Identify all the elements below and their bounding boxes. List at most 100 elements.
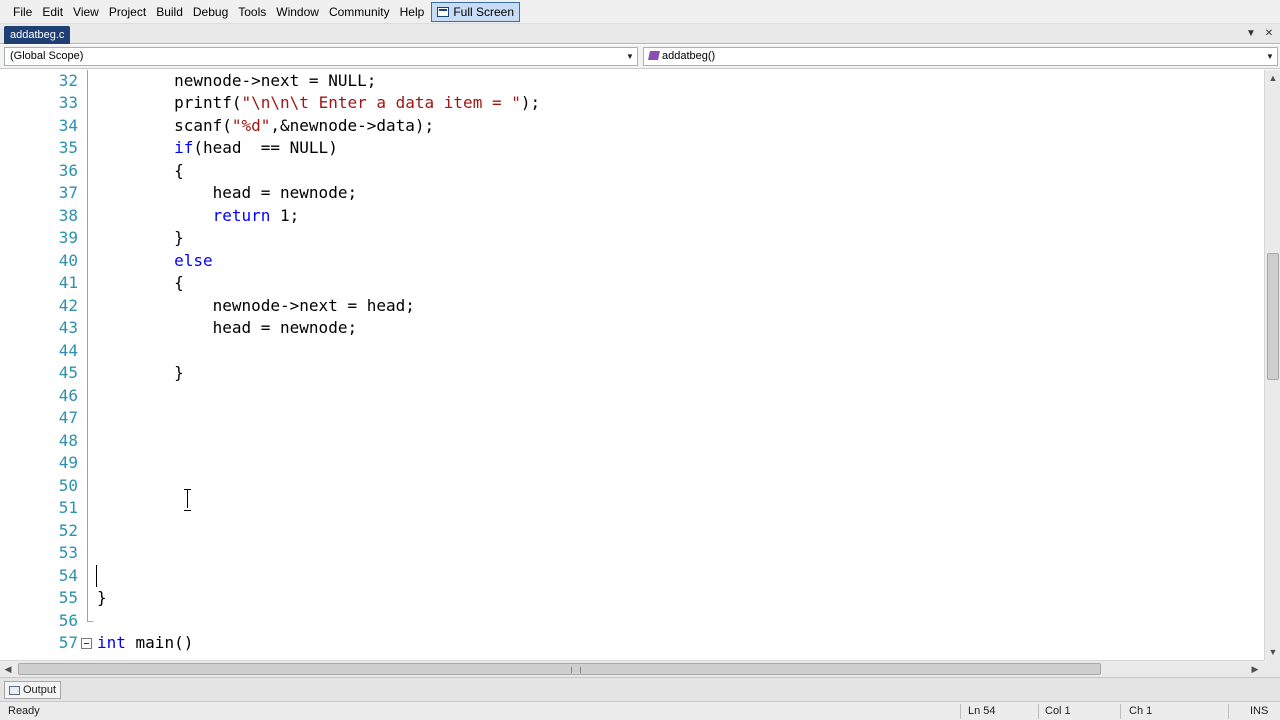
line-number: 49 <box>58 453 78 472</box>
string-literal: "%d" <box>231 116 271 135</box>
line-number: 40 <box>58 251 78 270</box>
line-number: 52 <box>58 521 78 540</box>
member-dropdown[interactable]: addatbeg() ▼ <box>643 47 1278 66</box>
menu-window[interactable]: Window <box>271 2 324 22</box>
scroll-right-icon[interactable]: ▶ <box>1247 661 1263 677</box>
line-number: 43 <box>58 318 78 337</box>
status-bar: Ready Ln 54 Col 1 Ch 1 INS <box>0 701 1280 720</box>
code-line: } <box>97 363 184 382</box>
vertical-scrollbar[interactable]: ▲ ▼ <box>1264 70 1280 660</box>
i-beam-cursor-icon <box>182 488 194 511</box>
code-line: int main() <box>97 633 194 652</box>
code-line: } <box>97 228 184 247</box>
line-number: 42 <box>58 296 78 315</box>
menu-file[interactable]: File <box>8 2 37 22</box>
scroll-up-icon[interactable]: ▲ <box>1265 70 1280 86</box>
line-number: 32 <box>58 71 78 90</box>
chevron-down-icon: ▼ <box>1266 52 1274 61</box>
status-divider <box>1120 704 1121 719</box>
collapse-toggle-icon[interactable] <box>81 638 92 649</box>
full-screen-button[interactable]: Full Screen <box>431 1 521 22</box>
code-line: else <box>97 250 213 272</box>
line-number: 47 <box>58 408 78 427</box>
member-value: addatbeg() <box>662 50 716 62</box>
line-number: 34 <box>58 116 78 135</box>
code-line: { <box>97 161 184 180</box>
keyword: int <box>97 633 126 652</box>
full-screen-icon <box>437 6 450 17</box>
line-number: 50 <box>58 476 78 495</box>
scope-dropdown[interactable]: (Global Scope) ▼ <box>4 47 638 66</box>
code-line: scanf("%d",&newnode->data); <box>97 116 435 135</box>
scroll-grip-icon <box>571 667 581 673</box>
menu-view[interactable]: View <box>68 2 104 22</box>
output-tab-label: Output <box>23 684 57 696</box>
code-editor[interactable]: 32 33 34 35 36 37 38 39 40 41 42 43 44 4… <box>0 70 1264 660</box>
code-line: return 1; <box>212 206 300 225</box>
scrollbar-corner <box>1264 660 1280 677</box>
line-number: 56 <box>58 611 78 630</box>
keyword: return <box>212 206 271 225</box>
code-line: printf("\n\n\t Enter a data item = "); <box>97 93 541 112</box>
menu-help[interactable]: Help <box>395 2 430 22</box>
line-number: 57 <box>58 633 78 652</box>
text-caret <box>96 565 97 587</box>
tool-window-tab-strip: Output <box>0 677 1280 701</box>
close-icon[interactable]: ✕ <box>1262 27 1276 41</box>
status-column: Col 1 <box>1045 705 1071 717</box>
outline-end <box>87 621 93 622</box>
scroll-down-icon[interactable]: ▼ <box>1265 644 1280 660</box>
horizontal-scroll-thumb[interactable] <box>18 663 1101 675</box>
status-char: Ch 1 <box>1129 705 1153 717</box>
tab-addatbeg-c[interactable]: addatbeg.c <box>4 26 71 44</box>
navigation-bar: (Global Scope) ▼ addatbeg() ▼ <box>0 45 1280 69</box>
line-number: 36 <box>58 161 78 180</box>
vertical-scroll-thumb[interactable] <box>1267 253 1279 380</box>
scroll-left-icon[interactable]: ◀ <box>0 661 16 677</box>
code-line: if(head == NULL) <box>174 138 338 157</box>
chevron-down-icon: ▼ <box>626 52 634 61</box>
output-window-icon <box>9 685 20 695</box>
keyword: if <box>174 138 194 157</box>
line-number: 45 <box>58 363 78 382</box>
code-line: } <box>97 588 107 607</box>
line-number: 55 <box>58 588 78 607</box>
status-divider <box>1038 704 1039 719</box>
status-text: Ready <box>8 705 40 717</box>
line-number: 46 <box>58 386 78 405</box>
code-line: head = newnode; <box>97 183 358 202</box>
line-number: 37 <box>58 183 78 202</box>
scope-value: (Global Scope) <box>10 50 84 62</box>
line-number: 41 <box>58 273 78 292</box>
line-number: 53 <box>58 543 78 562</box>
line-number: 35 <box>58 138 78 157</box>
status-insert-mode: INS <box>1250 705 1269 717</box>
tab-list-dropdown-icon[interactable]: ▼ <box>1244 27 1258 41</box>
keyword: else <box>174 251 213 270</box>
menu-edit[interactable]: Edit <box>37 2 68 22</box>
menu-project[interactable]: Project <box>104 2 151 22</box>
menu-build[interactable]: Build <box>151 2 188 22</box>
menu-debug[interactable]: Debug <box>188 2 233 22</box>
document-tab-strip: addatbeg.c ▼ ✕ <box>0 24 1280 44</box>
status-divider <box>1228 704 1229 719</box>
menu-community[interactable]: Community <box>324 2 395 22</box>
full-screen-label: Full Screen <box>453 4 515 19</box>
status-divider <box>960 704 961 719</box>
status-line: Ln 54 <box>968 705 996 717</box>
menu-tools[interactable]: Tools <box>233 2 271 22</box>
outline-guide <box>87 70 88 622</box>
method-icon <box>648 51 660 60</box>
output-tab[interactable]: Output <box>4 681 62 699</box>
line-number: 39 <box>58 228 78 247</box>
line-number: 44 <box>58 341 78 360</box>
line-number: 54 <box>58 566 78 585</box>
line-number: 38 <box>58 206 78 225</box>
line-number: 48 <box>58 431 78 450</box>
horizontal-scrollbar[interactable]: ◀ ▶ <box>0 660 1264 677</box>
string-literal: "\n\n\t Enter a data item = " <box>241 93 521 112</box>
code-line: { <box>97 273 184 292</box>
line-number: 51 <box>58 498 78 517</box>
line-number: 33 <box>58 93 78 112</box>
menu-bar: File Edit View Project Build Debug Tools… <box>0 0 1280 24</box>
